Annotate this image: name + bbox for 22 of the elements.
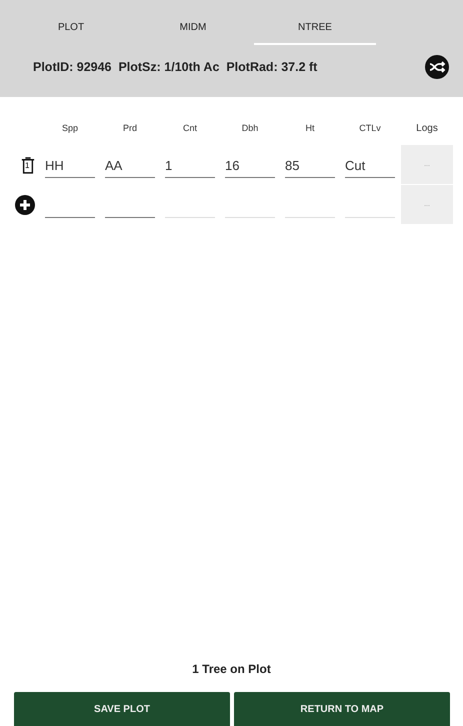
add-icon[interactable] <box>15 194 35 214</box>
input-field[interactable]: 1 <box>165 153 215 178</box>
tab[interactable]: MIDM <box>132 18 254 45</box>
column-header: Spp <box>60 123 79 133</box>
column-header: Prd <box>122 123 138 133</box>
action-button[interactable]: RETURN TO MAP <box>234 692 450 726</box>
input-field[interactable]: AA <box>105 153 155 178</box>
plot-info: PlotID: 92946 PlotSz: 1/10th Ac PlotRad: 37.2 ft <box>33 60 318 74</box>
column-header: Logs <box>415 122 439 134</box>
input-field[interactable]: 85 <box>285 153 335 178</box>
column-header: Ht <box>304 123 316 133</box>
column-header: Cnt <box>182 123 198 133</box>
tab[interactable]: PLOT <box>10 18 132 45</box>
tree-count: 1 Tree on Plot <box>191 662 272 678</box>
tab[interactable]: NTREE <box>254 18 376 45</box>
shuffle-icon[interactable] <box>425 55 449 79</box>
input-field[interactable]: 16 <box>225 153 275 178</box>
action-button[interactable]: SAVE PLOT <box>14 692 230 726</box>
input-field[interactable]: HH <box>45 153 95 178</box>
column-header: CTLv <box>358 123 382 133</box>
column-header: Dbh <box>240 123 260 133</box>
input-field[interactable]: Cut <box>345 153 395 178</box>
